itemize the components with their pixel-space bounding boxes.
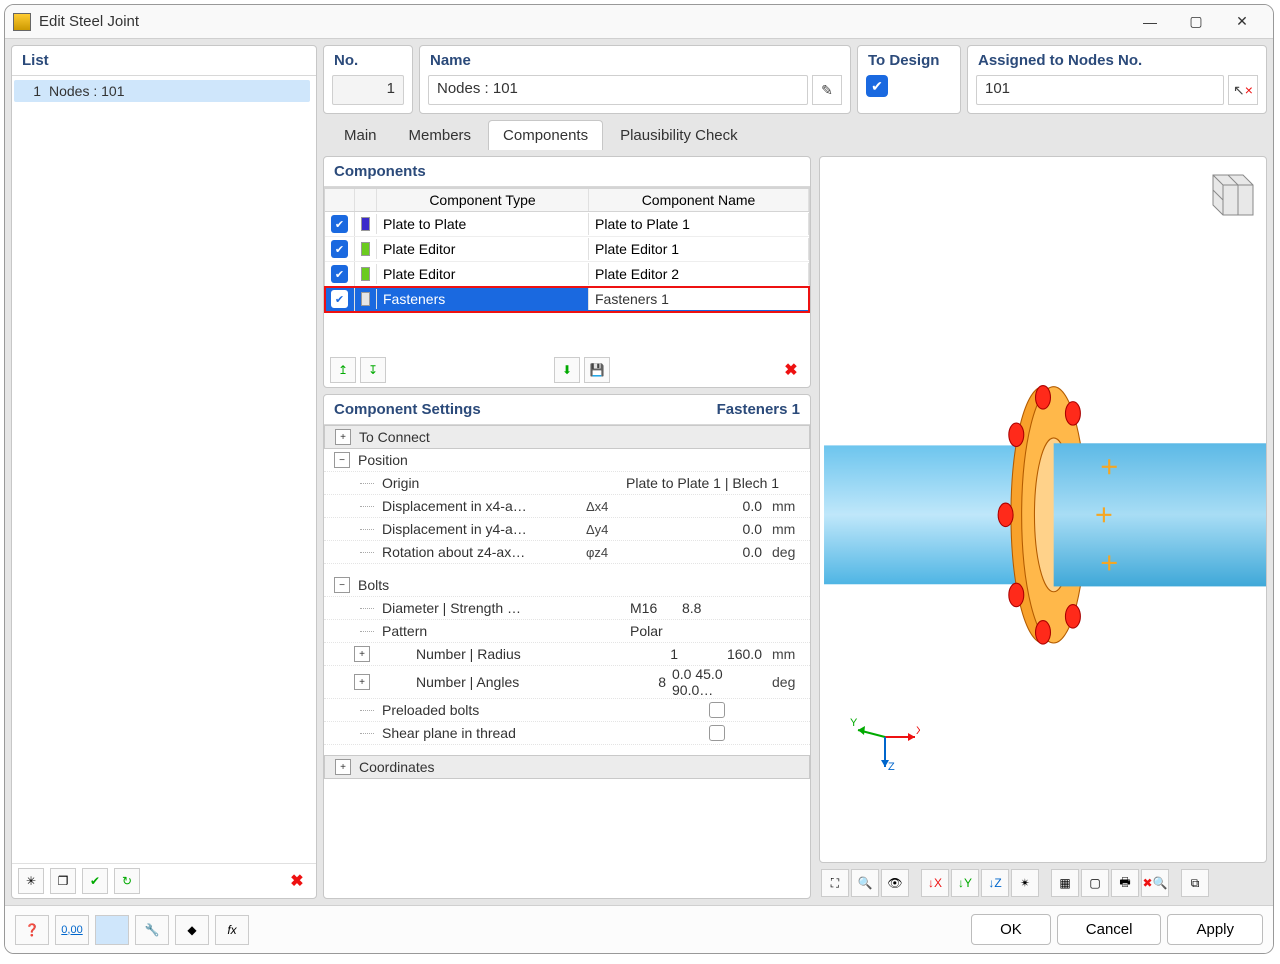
view-cube-icon[interactable] <box>1198 165 1258 225</box>
row-checkbox[interactable]: ✔ <box>331 240 348 258</box>
row-origin[interactable]: OriginPlate to Plate 1 | Blech 1 <box>324 472 810 495</box>
maximize-button[interactable]: ▢ <box>1173 7 1219 37</box>
move-down-icon[interactable]: ↧ <box>360 357 386 383</box>
row-num-angles[interactable]: +Number | Angles80.0 45.0 90.0…deg <box>324 666 810 699</box>
units-icon[interactable]: 0,00 <box>55 915 89 945</box>
row-checkbox[interactable]: ✔ <box>331 215 348 233</box>
detach-icon[interactable]: ⧉ <box>1181 869 1209 897</box>
remove-row-icon[interactable]: ✖ <box>778 357 804 383</box>
titlebar: Edit Steel Joint — ▢ ✕ <box>5 5 1273 39</box>
reset-icon[interactable]: ✖🔍 <box>1141 869 1169 897</box>
grid-icon[interactable]: ▦ <box>1051 869 1079 897</box>
model-preview[interactable]: X Y Z <box>819 156 1267 863</box>
formula-icon[interactable]: fx <box>215 915 249 945</box>
list-panel: List 1 Nodes : 101 ✳ ❐ ✔ ↻ ✖ <box>11 45 317 899</box>
svg-text:Z: Z <box>888 761 895 772</box>
todesign-checkbox[interactable]: ✔ <box>866 75 888 97</box>
row-dx[interactable]: Displacement in x4-a…Δx40.0mm <box>324 495 810 518</box>
name-field-box: Name Nodes : 101 ✎ <box>419 45 851 114</box>
list-body: 1 Nodes : 101 <box>12 76 316 863</box>
app-icon <box>13 13 31 31</box>
validate-icon[interactable]: ◆ <box>175 915 209 945</box>
color-icon[interactable] <box>95 915 129 945</box>
box-icon[interactable]: ▢ <box>1081 869 1109 897</box>
refresh-icon[interactable]: ↻ <box>114 868 140 894</box>
todesign-box: To Design ✔ <box>857 45 961 114</box>
group-position[interactable]: −Position <box>324 449 810 472</box>
row-checkbox[interactable]: ✔ <box>331 290 348 308</box>
color-swatch <box>361 242 370 256</box>
help-icon[interactable]: ❓ <box>15 915 49 945</box>
list-toolbar: ✳ ❐ ✔ ↻ ✖ <box>12 863 316 898</box>
shear-checkbox[interactable] <box>709 725 725 741</box>
view-z-icon[interactable]: ↓Z <box>981 869 1009 897</box>
component-settings-panel: Component Settings Fasteners 1 +To Conne… <box>323 394 811 899</box>
row-num-radius[interactable]: +Number | Radius1160.0mm <box>324 643 810 666</box>
row-dy[interactable]: Displacement in y4-a…Δy40.0mm <box>324 518 810 541</box>
tab-main[interactable]: Main <box>329 120 392 150</box>
window-title: Edit Steel Joint <box>39 13 1127 30</box>
components-table: Component Type Component Name ✔ Plate to… <box>324 187 810 313</box>
zoom-window-icon[interactable]: 🔍 <box>851 869 879 897</box>
svg-text:Y: Y <box>850 717 858 729</box>
color-swatch <box>361 267 370 281</box>
list-header: List <box>12 46 316 76</box>
no-field-box: No. 1 <box>323 45 413 114</box>
row-pattern[interactable]: PatternPolar <box>324 620 810 643</box>
fit-view-icon[interactable]: ⛶ <box>821 869 849 897</box>
table-row-selected[interactable]: ✔ Fasteners Fasteners 1 <box>325 287 809 312</box>
nodes-input[interactable]: 101 <box>976 75 1224 105</box>
components-toolbar: ↥ ↧ ⬇ 💾 ✖ <box>324 353 810 387</box>
row-diameter[interactable]: Diameter | Strength …M168.8 <box>324 597 810 620</box>
table-row[interactable]: ✔ Plate Editor Plate Editor 2 <box>325 262 809 287</box>
print-icon[interactable]: 🖶 <box>1111 869 1139 897</box>
preload-checkbox[interactable] <box>709 702 725 718</box>
group-coordinates[interactable]: +Coordinates <box>324 755 810 779</box>
move-up-icon[interactable]: ↥ <box>330 357 356 383</box>
name-input[interactable]: Nodes : 101 <box>428 75 808 105</box>
detail-icon[interactable]: 🔧 <box>135 915 169 945</box>
pick-nodes-icon[interactable]: ↖× <box>1228 75 1258 105</box>
tab-members[interactable]: Members <box>394 120 487 150</box>
components-panel: Components Component Type Component Name… <box>323 156 811 388</box>
table-row[interactable]: ✔ Plate Editor Plate Editor 1 <box>325 237 809 262</box>
view-iso-icon[interactable]: ✴ <box>1011 869 1039 897</box>
copy-icon[interactable]: ❐ <box>50 868 76 894</box>
dialog-window: Edit Steel Joint — ▢ ✕ List 1 Nodes : 10… <box>4 4 1274 954</box>
color-swatch <box>361 217 370 231</box>
close-button[interactable]: ✕ <box>1219 7 1265 37</box>
tab-plausibility[interactable]: Plausibility Check <box>605 120 753 150</box>
view-y-icon[interactable]: ↓Y <box>951 869 979 897</box>
no-input[interactable]: 1 <box>332 75 404 105</box>
dialog-footer: ❓ 0,00 🔧 ◆ fx OK Cancel Apply <box>5 905 1273 953</box>
row-preload[interactable]: Preloaded bolts <box>324 699 810 722</box>
ok-button[interactable]: OK <box>971 914 1051 945</box>
group-bolts[interactable]: −Bolts <box>324 574 810 597</box>
row-checkbox[interactable]: ✔ <box>331 265 348 283</box>
tab-components[interactable]: Components <box>488 120 603 150</box>
import-icon[interactable]: ⬇ <box>554 357 580 383</box>
edit-name-icon[interactable]: ✎ <box>812 75 842 105</box>
row-rz[interactable]: Rotation about z4-ax…φz40.0deg <box>324 541 810 564</box>
axes-icon: X Y Z <box>850 702 920 772</box>
assigned-nodes-box: Assigned to Nodes No. 101 ↖× <box>967 45 1267 114</box>
new-icon[interactable]: ✳ <box>18 868 44 894</box>
apply-button[interactable]: Apply <box>1167 914 1263 945</box>
save-icon[interactable]: 💾 <box>584 357 610 383</box>
color-swatch <box>361 292 370 306</box>
list-item[interactable]: 1 Nodes : 101 <box>14 80 310 102</box>
table-row[interactable]: ✔ Plate to Plate Plate to Plate 1 <box>325 212 809 237</box>
tabs: Main Members Components Plausibility Che… <box>329 120 1267 150</box>
svg-text:X: X <box>916 725 920 737</box>
cancel-button[interactable]: Cancel <box>1057 914 1162 945</box>
check-icon[interactable]: ✔ <box>82 868 108 894</box>
minimize-button[interactable]: — <box>1127 7 1173 37</box>
row-shear[interactable]: Shear plane in thread <box>324 722 810 745</box>
delete-icon[interactable]: ✖ <box>284 868 310 894</box>
preview-toolbar: ⛶ 🔍 👁 ↓X ↓Y ↓Z ✴ ▦ ▢ 🖶 ✖🔍 <box>819 867 1267 899</box>
group-to-connect[interactable]: +To Connect <box>324 425 810 449</box>
show-loads-icon[interactable]: 👁 <box>881 869 909 897</box>
view-x-icon[interactable]: ↓X <box>921 869 949 897</box>
